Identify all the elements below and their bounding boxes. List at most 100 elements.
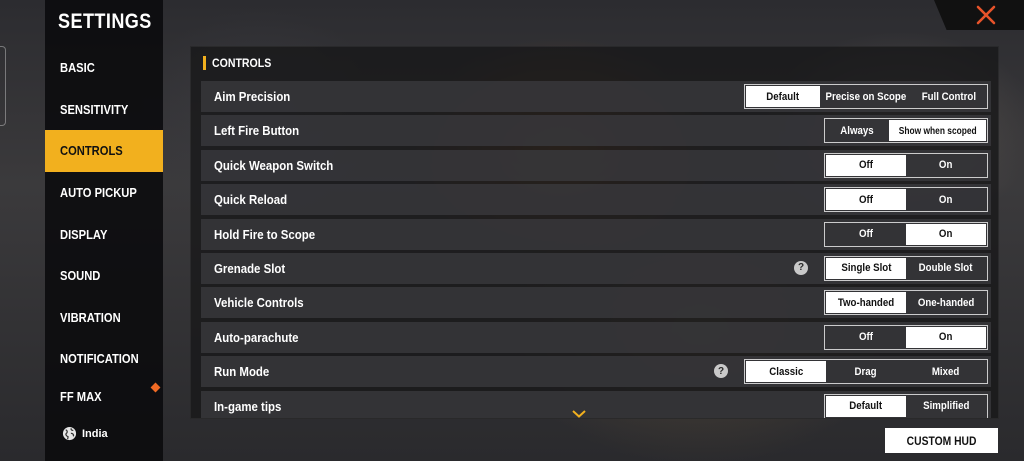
option-single-slot[interactable]: Single Slot bbox=[826, 257, 906, 279]
option-off[interactable]: Off bbox=[826, 189, 906, 211]
sidebar-item-notification[interactable]: NOTIFICATION bbox=[45, 338, 163, 380]
region-selector[interactable]: India bbox=[62, 426, 108, 441]
sidebar-menu: BASIC SENSITIVITY CONTROLS AUTO PICKUP DISPL… bbox=[45, 47, 163, 404]
setting-row-auto-parachute: Auto-parachute Off On bbox=[201, 321, 991, 353]
section-accent bbox=[203, 56, 206, 70]
setting-row-hold-fire-to-scope: Hold Fire to Scope Off On bbox=[201, 218, 991, 250]
option-drag[interactable]: Drag bbox=[826, 361, 906, 382]
setting-row-in-game-tips: In-game tips Default Simplified bbox=[201, 390, 991, 418]
option-label: Off bbox=[859, 228, 873, 241]
quick-weapon-switch-toggle: Off On bbox=[824, 152, 988, 178]
controls-panel: CONTROLS Aim Precision Default Precise on … bbox=[190, 46, 999, 419]
option-precise-on-scope[interactable]: Precise on Scope bbox=[820, 86, 912, 107]
sidebar-item-sensitivity[interactable]: SENSITIVITY bbox=[45, 89, 163, 131]
option-label: Double Slot bbox=[919, 262, 973, 275]
option-off[interactable]: Off bbox=[826, 154, 906, 176]
setting-label: In-game tips bbox=[214, 398, 282, 414]
option-label: Default bbox=[766, 90, 800, 103]
settings-sidebar: SETTINGS BASIC SENSITIVITY CONTROLS AUTO PI… bbox=[45, 0, 163, 461]
option-default[interactable]: Default bbox=[826, 395, 906, 417]
help-icon[interactable]: ? bbox=[714, 364, 728, 379]
setting-row-quick-reload: Quick Reload Off On bbox=[201, 184, 991, 216]
sidebar-item-label: NOTIFICATION bbox=[60, 351, 139, 367]
option-label: On bbox=[939, 228, 953, 241]
option-label: Mixed bbox=[932, 365, 960, 378]
setting-row-vehicle-controls: Vehicle Controls Two-handed One-handed bbox=[201, 287, 991, 319]
vehicle-controls-toggle: Two-handed One-handed bbox=[824, 290, 988, 316]
scroll-down-chevron-icon[interactable] bbox=[572, 410, 586, 418]
option-off[interactable]: Off bbox=[826, 327, 906, 348]
auto-parachute-toggle: Off On bbox=[824, 324, 988, 350]
close-icon bbox=[976, 5, 996, 25]
option-label: Default bbox=[849, 400, 883, 413]
setting-row-aim-precision: Aim Precision Default Precise on Scope Full… bbox=[201, 81, 991, 112]
option-label: Off bbox=[859, 331, 873, 344]
option-mixed[interactable]: Mixed bbox=[906, 361, 986, 382]
left-fire-button-toggle: Always Show when scoped bbox=[824, 118, 988, 144]
sidebar-item-label: DISPLAY bbox=[60, 226, 108, 242]
option-two-handed[interactable]: Two-handed bbox=[826, 292, 906, 314]
region-label: India bbox=[82, 427, 108, 440]
option-label: Off bbox=[859, 159, 873, 172]
sidebar-item-auto-pickup[interactable]: AUTO PICKUP bbox=[45, 172, 163, 214]
option-default[interactable]: Default bbox=[746, 86, 821, 107]
custom-hud-button[interactable]: CUSTOM HUD bbox=[885, 428, 998, 453]
setting-label: Vehicle Controls bbox=[214, 295, 304, 311]
sidebar-item-label: CONTROLS bbox=[60, 143, 123, 159]
section-title: CONTROLS bbox=[212, 56, 272, 70]
sidebar-item-label: BASIC bbox=[60, 60, 95, 76]
sidebar-item-sound[interactable]: SOUND bbox=[45, 255, 163, 297]
sidebar-item-controls[interactable]: CONTROLS bbox=[45, 130, 163, 172]
sidebar-item-label: SOUND bbox=[60, 268, 101, 284]
sidebar-item-vibration[interactable]: VIBRATION bbox=[45, 297, 163, 339]
option-label: Single Slot bbox=[840, 262, 892, 275]
setting-label: Quick Reload bbox=[214, 192, 288, 208]
option-label: On bbox=[939, 159, 953, 172]
in-game-tips-toggle: Default Simplified bbox=[824, 393, 988, 418]
setting-label: Grenade Slot bbox=[214, 260, 286, 276]
sidebar-item-label: SENSITIVITY bbox=[60, 101, 129, 117]
setting-row-grenade-slot: Grenade Slot? Single Slot Double Slot bbox=[201, 252, 991, 284]
option-label: One-handed bbox=[917, 296, 975, 309]
setting-row-quick-weapon-switch: Quick Weapon Switch Off On bbox=[201, 149, 991, 181]
setting-label: Run Mode bbox=[214, 364, 270, 380]
sidebar-item-ff-max[interactable]: FF MAX bbox=[45, 380, 163, 404]
sidebar-item-basic[interactable]: BASIC bbox=[45, 47, 163, 89]
setting-row-left-fire-button: Left Fire Button Always Show when scoped bbox=[201, 115, 991, 147]
option-label: Two-handed bbox=[837, 296, 895, 309]
option-classic[interactable]: Classic bbox=[746, 361, 826, 383]
setting-label: Aim Precision bbox=[214, 89, 291, 104]
option-label: Always bbox=[840, 124, 874, 137]
quick-reload-toggle: Off On bbox=[824, 187, 988, 213]
help-icon[interactable]: ? bbox=[794, 260, 808, 275]
option-on[interactable]: On bbox=[906, 223, 986, 245]
option-one-handed[interactable]: One-handed bbox=[906, 292, 986, 313]
option-on[interactable]: On bbox=[906, 155, 986, 176]
option-label: Full Control bbox=[921, 90, 977, 103]
option-off[interactable]: Off bbox=[826, 224, 906, 245]
option-label: Simplified bbox=[922, 400, 970, 413]
setting-label: Hold Fire to Scope bbox=[214, 226, 316, 242]
option-show-when-scoped[interactable]: Show when scoped bbox=[888, 120, 986, 142]
option-label: On bbox=[939, 331, 953, 344]
close-button[interactable] bbox=[934, 0, 1024, 30]
option-label: Drag bbox=[854, 365, 878, 378]
grenade-slot-toggle: Single Slot Double Slot bbox=[824, 255, 988, 281]
sidebar-item-display[interactable]: DISPLAY bbox=[45, 213, 163, 255]
option-simplified[interactable]: Simplified bbox=[906, 396, 986, 417]
run-mode-toggle: Classic Drag Mixed bbox=[744, 359, 988, 385]
custom-hud-label: CUSTOM HUD bbox=[906, 433, 977, 448]
option-on[interactable]: On bbox=[906, 189, 986, 210]
settings-title: SETTINGS bbox=[58, 10, 152, 33]
option-always[interactable]: Always bbox=[826, 120, 889, 141]
setting-label: Auto-parachute bbox=[214, 329, 299, 345]
aim-precision-toggle: Default Precise on Scope Full Control bbox=[744, 84, 988, 109]
option-double-slot[interactable]: Double Slot bbox=[906, 258, 986, 279]
option-label: Precise on Scope bbox=[825, 90, 907, 103]
option-on[interactable]: On bbox=[906, 326, 986, 348]
setting-row-run-mode: Run Mode? Classic Drag Mixed bbox=[201, 356, 991, 388]
sidebar-item-label: AUTO PICKUP bbox=[60, 185, 137, 201]
sidebar-item-label: FF MAX bbox=[60, 388, 102, 404]
option-full-control[interactable]: Full Control bbox=[912, 86, 986, 107]
option-label: Show when scoped bbox=[898, 124, 977, 137]
